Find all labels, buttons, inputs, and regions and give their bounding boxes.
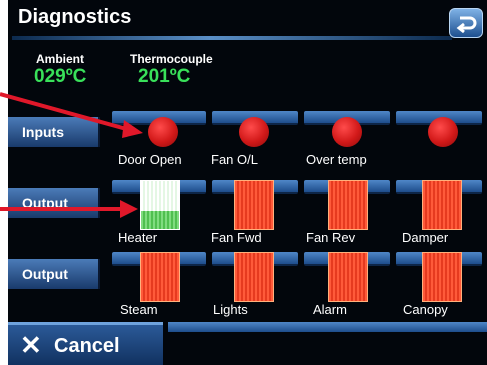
fan-fwd-toggle[interactable] [234,180,274,230]
cancel-label: Cancel [54,335,120,357]
thermocouple-value: 201ºC [138,66,191,87]
steam-toggle[interactable] [140,252,180,302]
page-title: Diagnostics [18,6,132,28]
over-temp-indicator [332,117,362,147]
return-arrow-icon [456,16,477,34]
output-row-2-label: Output [8,259,100,289]
door-open-indicator [148,117,178,147]
lights-label: Lights [213,302,248,317]
damper-label: Damper [402,230,449,245]
close-icon: ✕ [20,330,42,360]
ambient-label: Ambient [36,52,84,66]
output-row-1-label: Output [8,188,100,218]
alarm-label: Alarm [313,302,347,317]
spare-input-indicator [428,117,458,147]
inputs-row-label: Inputs [8,117,100,147]
fan-ol-indicator [239,117,269,147]
bottom-strip [168,322,487,332]
canopy-label: Canopy [403,302,448,317]
fan-rev-label: Fan Rev [306,230,356,245]
diagnostics-screen: Diagnostics Ambient 029ºC Thermocouple 2… [8,0,487,365]
lights-toggle[interactable] [234,252,274,302]
steam-label: Steam [120,302,158,317]
title-divider [12,36,452,40]
back-button[interactable] [449,8,483,38]
over-temp-label: Over temp [306,152,367,167]
fan-ol-label: Fan O/L [211,152,258,167]
heater-toggle[interactable] [140,180,180,230]
fan-fwd-label: Fan Fwd [211,230,262,245]
thermocouple-label: Thermocouple [130,52,213,66]
heater-label: Heater [118,230,158,245]
alarm-toggle[interactable] [328,252,368,302]
fan-rev-toggle[interactable] [328,180,368,230]
damper-toggle[interactable] [422,180,462,230]
canopy-toggle[interactable] [422,252,462,302]
cancel-button[interactable]: ✕ Cancel [8,322,163,365]
ambient-value: 029ºC [34,66,87,87]
door-open-label: Door Open [118,152,182,167]
